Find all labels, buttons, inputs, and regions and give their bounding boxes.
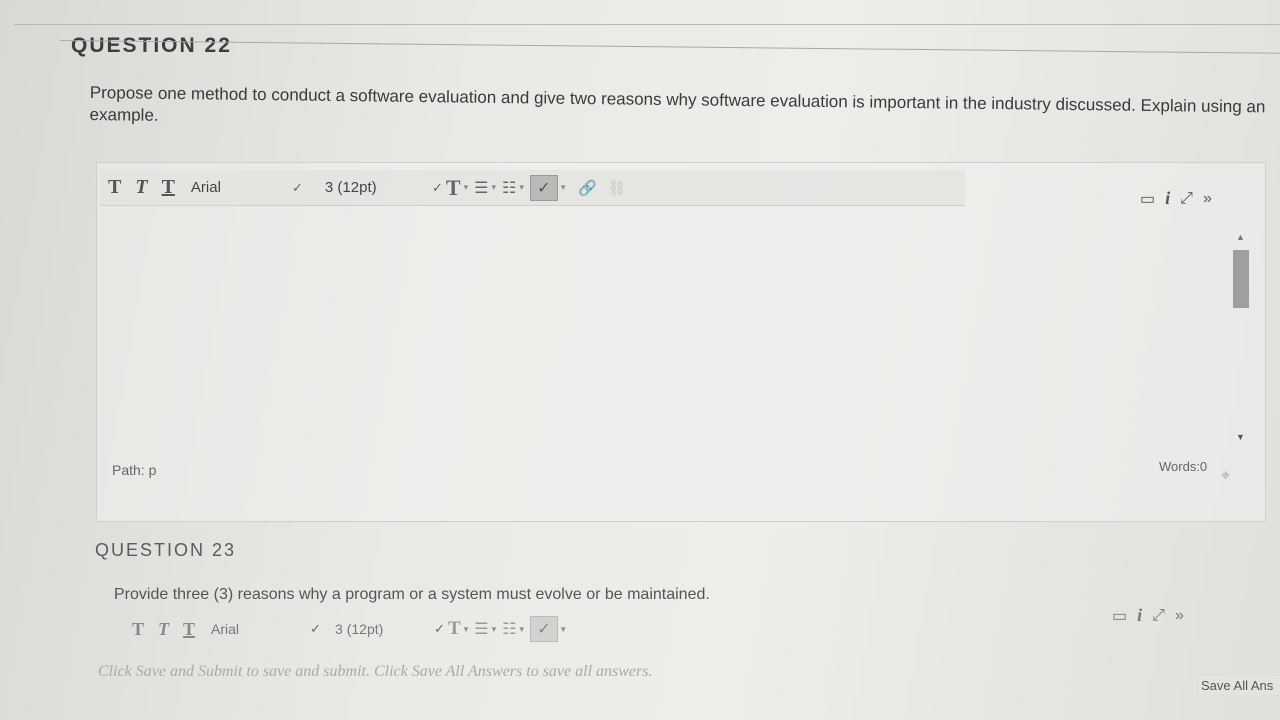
chevron-down-icon: ✓ <box>292 179 303 195</box>
collapse-icon[interactable]: » <box>1203 190 1212 208</box>
font-family-select[interactable]: Arial ✓ <box>191 179 303 196</box>
preview-icon[interactable]: ▭ <box>1140 189 1155 209</box>
font-size-value: 3 (12pt) <box>335 621 384 637</box>
question-22-text: Propose one method to conduct a software… <box>89 82 1266 125</box>
dropdown-arrow-icon: ▾ <box>463 182 469 192</box>
dropdown-arrow-icon: ▾ <box>519 623 524 634</box>
numbered-list-button[interactable]: ☷ ▾ <box>502 178 524 198</box>
scroll-down-icon[interactable]: ▼ <box>1236 432 1245 442</box>
text-color-button[interactable]: T ▾ <box>446 175 468 201</box>
question-22-divider <box>59 40 1280 54</box>
spellcheck-icon: ✓ <box>529 174 558 201</box>
fullscreen-icon[interactable]: ⤢ <box>1152 607 1165 625</box>
chevron-down-icon: ✓ <box>432 179 443 195</box>
editor-scrollbar[interactable]: ▲ ▼ <box>1231 232 1249 444</box>
bullet-list-button[interactable]: ☰ ▾ <box>474 178 496 198</box>
underline-button[interactable]: T <box>183 619 195 640</box>
numbered-list-icon: ☷ <box>502 621 517 638</box>
italic-button[interactable]: T <box>135 176 147 199</box>
scroll-up-icon[interactable]: ▲ <box>1236 232 1245 242</box>
dropdown-arrow-icon: ▾ <box>463 623 469 634</box>
question-22-heading: QUESTION 22 <box>71 34 232 57</box>
question-23-heading: QUESTION 23 <box>95 540 237 560</box>
font-family-value: Arial <box>211 621 240 637</box>
info-icon[interactable]: i <box>1165 188 1170 209</box>
chevron-down-icon: ✓ <box>310 621 322 636</box>
bullet-list-button[interactable]: ☰ ▾ <box>474 619 496 639</box>
question-23-toolbar: T T T Arial ✓ 3 (12pt) ✓ T ▾ ☰ ▾ ☷ ▾ ✓ ▾ <box>124 614 684 644</box>
quiz-page: QUESTION 22 Propose one method to conduc… <box>0 0 1280 720</box>
dropdown-arrow-icon: ▾ <box>561 623 566 634</box>
word-count: Words:0 <box>1159 459 1208 474</box>
link-icon[interactable]: 🔗 <box>578 179 597 197</box>
font-family-select[interactable]: Arial ✓ <box>211 621 321 637</box>
chevron-down-icon: ✓ <box>434 621 446 636</box>
bullet-list-icon: ☰ <box>474 179 489 197</box>
spellcheck-button[interactable]: ✓ ▾ <box>530 616 566 642</box>
question-22-toolbar: T T T Arial ✓ 3 (12pt) ✓ T ▾ ☰ ▾ ☷ ▾ ✓ ▾ 🔗 ⛓ <box>100 170 965 206</box>
preview-icon[interactable]: ▭ <box>1112 606 1127 626</box>
font-family-value: Arial <box>190 179 221 196</box>
question-22-editor-actions: ▭ i ⤢ » <box>1140 188 1212 209</box>
info-icon[interactable]: i <box>1137 605 1142 626</box>
top-divider <box>14 24 1280 25</box>
dropdown-arrow-icon: ▾ <box>519 182 524 192</box>
question-23-text: Provide three (3) reasons why a program … <box>114 586 710 603</box>
submit-instructions: Click Save and Submit to save and submit… <box>98 663 653 680</box>
underline-button[interactable]: T <box>162 176 175 199</box>
text-color-button[interactable]: T ▾ <box>448 618 468 640</box>
scroll-thumb[interactable] <box>1233 250 1249 308</box>
font-size-select[interactable]: 3 (12pt) ✓ <box>335 621 445 637</box>
font-size-value: 3 (12pt) <box>324 179 377 196</box>
editor-path-label: Path: p <box>112 462 157 478</box>
bullet-list-icon: ☰ <box>474 621 489 638</box>
spellcheck-icon: ✓ <box>530 616 558 642</box>
font-size-select[interactable]: 3 (12pt) ✓ <box>325 179 443 196</box>
bold-button[interactable]: T <box>132 619 144 640</box>
bold-button[interactable]: T <box>108 176 121 199</box>
dropdown-arrow-icon: ▾ <box>491 182 496 192</box>
numbered-list-icon: ☷ <box>502 179 517 197</box>
numbered-list-button[interactable]: ☷ ▾ <box>502 619 524 639</box>
text-color-icon: T <box>448 618 461 639</box>
save-all-answers-button[interactable]: Save All Ans <box>1199 676 1280 695</box>
question-22-answer-area[interactable] <box>100 214 1228 454</box>
text-color-icon: T <box>445 174 461 200</box>
collapse-icon[interactable]: » <box>1175 607 1184 625</box>
question-23-editor-actions: ▭ i ⤢ » <box>1112 605 1184 626</box>
fullscreen-icon[interactable]: ⤢ <box>1180 190 1193 208</box>
italic-button[interactable]: T <box>158 619 169 640</box>
unlink-icon[interactable]: ⛓ <box>607 179 626 197</box>
dropdown-arrow-icon: ▾ <box>560 182 566 192</box>
spellcheck-button[interactable]: ✓ ▾ <box>529 174 566 201</box>
dropdown-arrow-icon: ▾ <box>491 623 497 634</box>
